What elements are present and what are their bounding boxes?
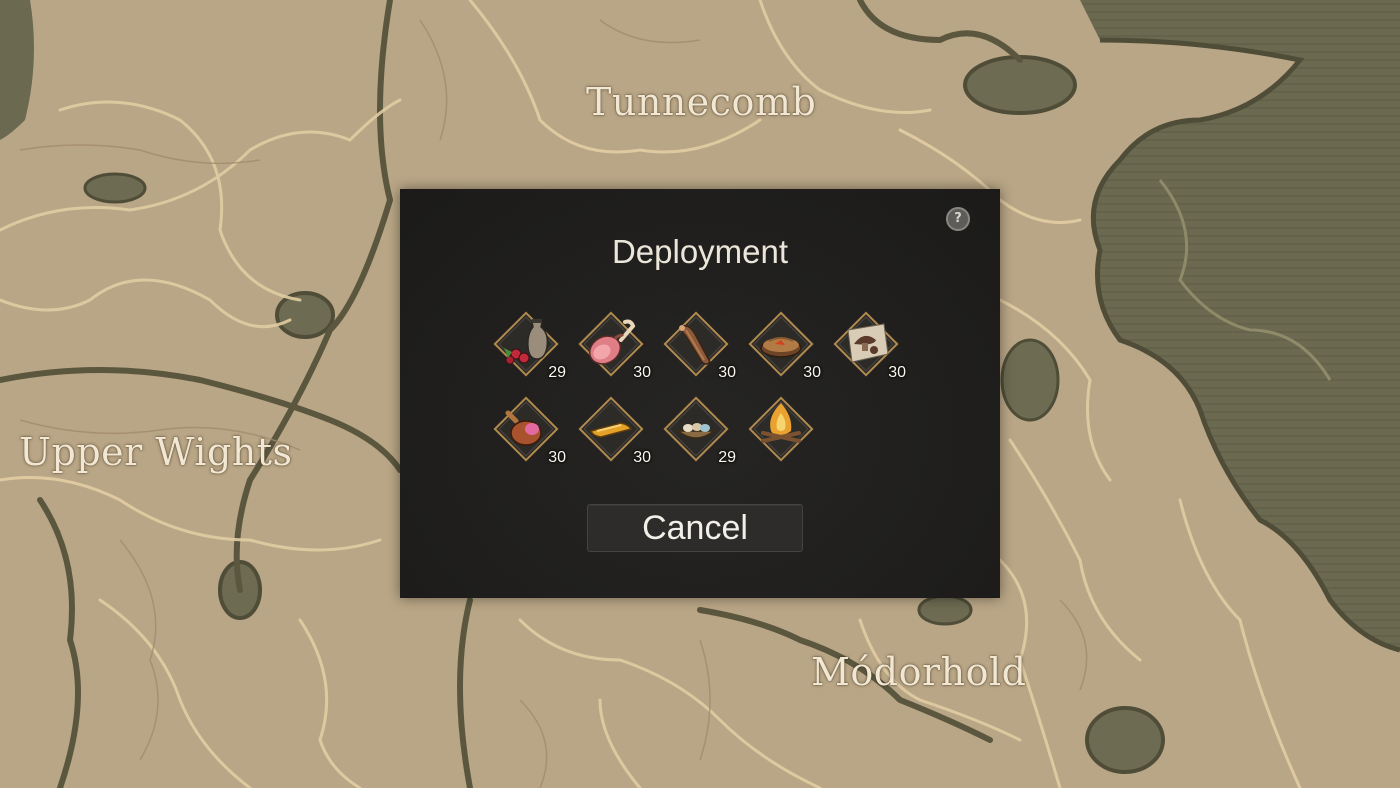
item-count: 30: [633, 364, 651, 381]
lake: [917, 594, 973, 626]
item-count: 30: [803, 364, 821, 381]
lake: [83, 172, 147, 204]
help-button[interactable]: ?: [946, 207, 970, 231]
deploy-slot-2[interactable]: 30: [575, 308, 651, 381]
region-label-modorhold: Módorhold: [811, 650, 1027, 694]
deployment-dialog: ? Deployment 29 30 30 30 30 30 30 29 Can…: [400, 189, 1000, 598]
item-count: 29: [718, 449, 736, 466]
deploy-slot-8[interactable]: 29: [660, 393, 736, 466]
item-count: 29: [548, 364, 566, 381]
item-count: 30: [888, 364, 906, 381]
lake: [1085, 706, 1165, 774]
region-label-tunnecomb: Tunnecomb: [586, 80, 817, 124]
campfire-icon: [748, 396, 814, 462]
deploy-slot-9[interactable]: [745, 393, 817, 465]
cancel-button[interactable]: Cancel: [587, 504, 803, 552]
item-count: 30: [548, 449, 566, 466]
dialog-title: Deployment: [611, 233, 789, 270]
deploy-slot-6[interactable]: 30: [490, 393, 566, 466]
deploy-slot-5[interactable]: 30: [830, 308, 906, 381]
lake: [1000, 338, 1060, 422]
deploy-slot-4[interactable]: 30: [745, 308, 821, 381]
deploy-slot-1[interactable]: 29: [490, 308, 566, 381]
region-label-upper-wights: Upper Wights: [19, 430, 293, 474]
deploy-slot-3[interactable]: 30: [660, 308, 736, 381]
item-count: 30: [633, 449, 651, 466]
lake: [963, 55, 1077, 115]
lake: [275, 291, 335, 339]
deploy-slot-7[interactable]: 30: [575, 393, 651, 466]
item-count: 30: [718, 364, 736, 381]
